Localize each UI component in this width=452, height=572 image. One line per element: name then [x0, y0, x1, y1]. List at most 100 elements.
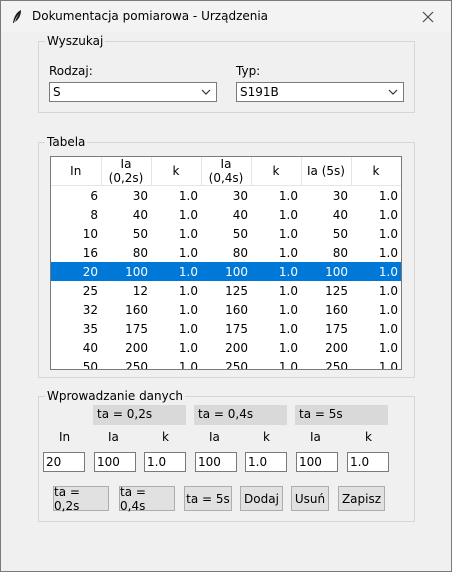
model-label: Typ: [236, 64, 261, 78]
table-cell: 175 [325, 321, 348, 336]
table-row[interactable]: 35 175 1.0 175 1.0 175 1.0 [51, 319, 401, 338]
table-row[interactable]: 40 200 1.0 200 1.0 200 1.0 [51, 338, 401, 357]
ia-5-input[interactable]: 100 [296, 452, 338, 472]
table-cell: 1.0 [178, 207, 198, 222]
table-cell: 8 [90, 207, 98, 222]
table-cell: 125 [325, 283, 348, 298]
table-cell: 175 [125, 321, 148, 336]
table-cell: 1.0 [278, 245, 298, 260]
ta-5s-button[interactable]: ta = 5s [184, 486, 232, 511]
table-row[interactable]: 10 50 1.0 50 1.0 50 1.0 [51, 224, 401, 243]
table-cell: 160 [225, 302, 248, 317]
entry-header-ia-02: Ia [108, 430, 119, 444]
table-cell: 160 [125, 302, 148, 317]
column-header[interactable]: Ia (5s) [301, 157, 352, 186]
table-cell: 200 [225, 340, 248, 355]
table-row[interactable]: 8 40 1.0 40 1.0 40 1.0 [51, 205, 401, 224]
table-cell: 1.0 [278, 321, 298, 336]
table-cell: 1.0 [378, 321, 398, 336]
table-cell: 25 [82, 283, 98, 298]
type-select-value: S [53, 85, 61, 99]
table-cell: 30 [232, 188, 248, 203]
type-select[interactable]: S [49, 82, 217, 102]
data-table[interactable]: In Ia (0,2s) k Ia (0,4s) k Ia (5s) k 6 30 1.0 30 1… [50, 156, 402, 370]
table-cell: 100 [301, 262, 351, 281]
table-cell: 1.0 [378, 359, 398, 370]
feather-icon [13, 10, 21, 23]
table-cell: 1.0 [378, 245, 398, 260]
window-title: Dokumentacja pomiarowa - Urządzenia [32, 9, 269, 23]
table-cell: 1.0 [278, 283, 298, 298]
table-cell: 30 [332, 188, 348, 203]
column-header[interactable]: In [51, 157, 102, 186]
table-cell: 175 [225, 321, 248, 336]
entry-legend: Wprowadzanie danych [45, 389, 185, 403]
table-cell: 1.0 [278, 188, 298, 203]
type-label: Rodzaj: [49, 64, 93, 78]
table-row[interactable]: 16 80 1.0 80 1.0 80 1.0 [51, 243, 401, 262]
ta-0-2s-button[interactable]: ta = 0,2s [53, 485, 109, 513]
banner-0-2s: ta = 0,2s [93, 405, 186, 425]
table-cell: 250 [125, 359, 148, 370]
table-cell: 80 [332, 245, 348, 260]
add-button[interactable]: Dodaj [240, 486, 283, 511]
table-cell: 40 [82, 340, 98, 355]
table-cell: 200 [125, 340, 148, 355]
k-02-input-value: 1.0 [147, 455, 167, 469]
delete-button[interactable]: Usuń [291, 486, 329, 511]
model-select[interactable]: S191B [236, 82, 404, 102]
table-cell: 50 [132, 226, 148, 241]
table-row[interactable]: 50 250 1.0 250 1.0 250 1.0 [51, 357, 401, 370]
table-header-row: In Ia (0,2s) k Ia (0,4s) k Ia (5s) k [51, 157, 401, 186]
table-cell: 1.0 [178, 321, 198, 336]
table-cell: 1.0 [178, 283, 198, 298]
column-header[interactable]: k [251, 157, 302, 186]
table-cell: 16 [82, 245, 98, 260]
in-input[interactable]: 20 [43, 452, 85, 472]
table-cell: 1.0 [378, 283, 398, 298]
column-header[interactable]: Ia (0,4s) [201, 157, 252, 186]
save-button[interactable]: Zapisz [338, 486, 385, 511]
column-header[interactable]: k [151, 157, 202, 186]
table-cell: 6 [90, 188, 98, 203]
table-body: 6 30 1.0 30 1.0 30 1.0 8 40 1.0 40 1.0 40 1.0 10 50 1.0 5… [51, 186, 401, 370]
table-cell: 40 [332, 207, 348, 222]
entry-header-k-02: k [162, 430, 169, 444]
k-04-input-value: 1.0 [248, 455, 268, 469]
close-button[interactable] [405, 1, 451, 32]
entry-header-ia-5: Ia [310, 430, 321, 444]
ta-0-4s-button[interactable]: ta = 0,4s [119, 485, 175, 513]
table-cell: 1.0 [378, 340, 398, 355]
ia-04-input-value: 100 [198, 455, 221, 469]
table-row[interactable]: 20 100 1.0 100 1.0 100 1.0 [51, 262, 401, 281]
table-cell: 32 [82, 302, 98, 317]
table-row[interactable]: 25 12 1.0 125 1.0 125 1.0 [51, 281, 401, 300]
table-cell: 1.0 [378, 207, 398, 222]
k-02-input[interactable]: 1.0 [144, 452, 186, 472]
table-row[interactable]: 6 30 1.0 30 1.0 30 1.0 [51, 186, 401, 206]
entry-header-k-5: k [365, 430, 372, 444]
k-5-input[interactable]: 1.0 [347, 452, 389, 472]
table-row[interactable]: 32 160 1.0 160 1.0 160 1.0 [51, 300, 401, 319]
table-cell: 20 [51, 262, 101, 281]
table-cell: 40 [132, 207, 148, 222]
table-cell: 1.0 [278, 207, 298, 222]
column-header[interactable]: k [351, 157, 401, 186]
close-icon [422, 11, 434, 22]
table-cell: 12 [132, 283, 148, 298]
k-04-input[interactable]: 1.0 [245, 452, 287, 472]
table-cell: 200 [325, 340, 348, 355]
table-cell: 1.0 [251, 262, 301, 281]
k-5-input-value: 1.0 [350, 455, 370, 469]
search-legend: Wyszukaj [45, 34, 106, 48]
ia-02-input[interactable]: 100 [94, 452, 136, 472]
column-header[interactable]: Ia (0,2s) [101, 157, 152, 186]
table-cell: 80 [132, 245, 148, 260]
banner-label: ta = 5s [299, 407, 343, 421]
ia-02-input-value: 100 [97, 455, 120, 469]
banner-0-4s: ta = 0,4s [194, 405, 287, 425]
app-window: Dokumentacja pomiarowa - Urządzenia Wysz… [0, 0, 452, 572]
ia-04-input[interactable]: 100 [195, 452, 237, 472]
in-input-value: 20 [46, 455, 62, 469]
table-cell: 1.0 [378, 188, 398, 203]
